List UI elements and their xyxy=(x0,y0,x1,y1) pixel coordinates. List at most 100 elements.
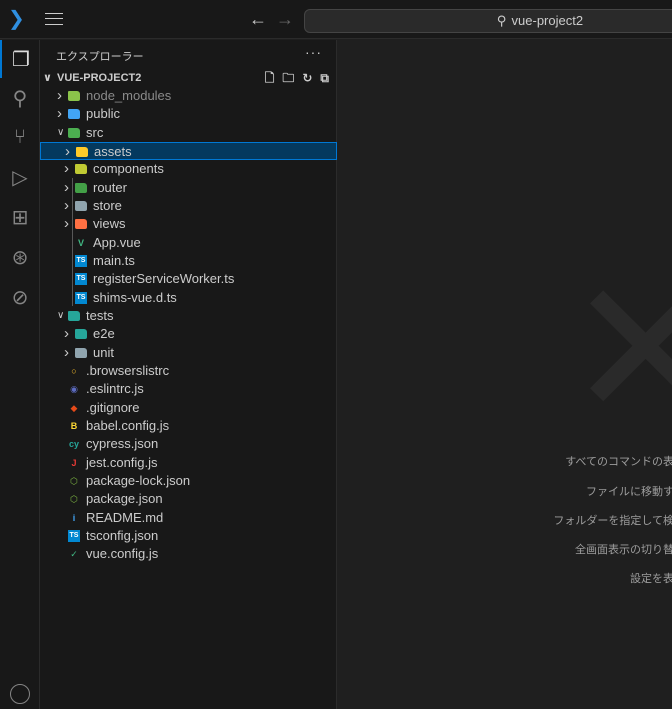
tree-item-label: registerServiceWorker.ts xyxy=(93,271,235,287)
arrow-left-icon[interactable]: ← xyxy=(249,10,267,28)
folder-icon xyxy=(68,310,80,321)
file-type-icon: ◆ xyxy=(70,402,78,413)
tree-item-label: .eslintrc.js xyxy=(86,381,144,397)
chevron-right-icon: › xyxy=(64,196,69,214)
tree-file[interactable]: ⬡ package.json xyxy=(40,490,337,508)
tree-folder[interactable]: › views xyxy=(40,215,337,233)
tree-folder[interactable]: ∨ tests xyxy=(40,307,337,325)
tree-file[interactable]: ⬡ package-lock.json xyxy=(40,472,337,490)
chevron-right-icon: › xyxy=(57,87,62,104)
tree-item-label: .browserslistrc xyxy=(86,362,170,378)
collapse-all-icon[interactable]: ⧉ xyxy=(320,69,329,87)
explorer-icon[interactable]: ❐ xyxy=(0,40,40,78)
folder-icon xyxy=(75,164,87,175)
hint-show-all-commands: すべてのコマンドの表 xyxy=(565,456,672,468)
tree-item-label: package-lock.json xyxy=(86,472,191,488)
chevron-right-icon: › xyxy=(64,343,69,361)
tree-file[interactable]: Jjest.config.js xyxy=(40,454,337,472)
root-label: VUE-PROJECT2 xyxy=(57,72,142,84)
tree-item-label: babel.config.js xyxy=(86,417,170,433)
chevron-down-icon: ∨ xyxy=(43,72,52,84)
tree-file[interactable]: ◉ .eslintrc.js xyxy=(40,380,337,398)
tree-item-label: jest.config.js xyxy=(86,454,158,470)
tree-item-label: cypress.json xyxy=(86,436,159,452)
tree-folder[interactable]: › node_modules xyxy=(40,87,337,105)
tree-item-label: unit xyxy=(93,344,114,360)
chevron-right-icon: › xyxy=(64,325,69,343)
tree-item-label: package.json xyxy=(86,491,163,507)
folder-icon xyxy=(68,109,80,120)
vscode-logo-icon: ❯ xyxy=(8,8,25,30)
tree-file[interactable]: TS tsconfig.json xyxy=(40,527,337,545)
hint-go-to-file: ファイルに移動す xyxy=(586,486,672,498)
tree-item-label: public xyxy=(86,106,120,122)
hint-show-settings: 設定を表 xyxy=(630,573,672,585)
folder-icon xyxy=(75,347,87,358)
tree-item-label: node_modules xyxy=(86,88,172,103)
tree-file[interactable]: V App.vue xyxy=(40,234,337,252)
tree-item-label: store xyxy=(93,197,122,213)
folder-icon xyxy=(76,146,88,157)
explorer-sidebar: エクスプローラー ··· ∨ VUE-PROJECT2 🗋 🗀 ↻ ⧉ › nod… xyxy=(40,40,337,709)
folder-icon xyxy=(75,329,87,340)
tree-folder[interactable]: › components xyxy=(40,160,337,178)
tree-file[interactable]: ○ .browserslistrc xyxy=(40,362,337,380)
tree-item-label: README.md xyxy=(86,509,164,525)
tree-file[interactable]: Bbabel.config.js xyxy=(40,417,337,435)
file-type-icon: TS xyxy=(75,254,87,267)
search-icon[interactable]: ⚲ xyxy=(0,79,40,117)
tree-file[interactable]: TS registerServiceWorker.ts xyxy=(40,270,337,288)
command-center-search[interactable]: ⚲ vue-project2 xyxy=(304,9,672,33)
new-file-icon[interactable]: 🗋 xyxy=(265,69,275,87)
remote-icon[interactable]: ⊘ xyxy=(0,278,40,316)
hint-toggle-fullscreen: 全画面表示の切り替 xyxy=(575,544,672,556)
tree-folder[interactable]: › assets xyxy=(40,141,337,161)
tree-file[interactable]: ✓ vue.config.js xyxy=(40,545,337,563)
file-type-icon: TS xyxy=(75,291,87,304)
folder-icon xyxy=(68,127,80,138)
activity-bar: ❐ ⚲ ⑂ ▷ ⊞ ⊛ ⊘ xyxy=(0,40,40,709)
new-folder-icon[interactable]: 🗀 xyxy=(282,69,294,87)
tree-folder[interactable]: ∨ src xyxy=(40,124,337,142)
tree-item-label: e2e xyxy=(93,326,115,342)
explorer-root[interactable]: ∨ VUE-PROJECT2 🗋 🗀 ↻ ⧉ xyxy=(40,69,337,87)
tree-item-label: tests xyxy=(86,307,114,323)
tree-folder[interactable]: › public xyxy=(40,105,337,123)
tree-item-label: .gitignore xyxy=(86,399,140,415)
tree-folder[interactable]: › router xyxy=(40,179,337,197)
tree-folder[interactable]: › unit xyxy=(40,344,337,362)
tree-item-label: router xyxy=(93,179,127,195)
source-control-icon[interactable]: ⑂ xyxy=(0,118,40,156)
search-text: vue-project2 xyxy=(511,13,584,28)
chevron-down-icon: ∨ xyxy=(57,126,65,138)
file-type-icon: ⬡ xyxy=(70,475,78,486)
arrow-right-icon[interactable]: → xyxy=(276,10,294,28)
file-type-icon: i xyxy=(72,512,76,523)
hint-find-in-folder: フォルダーを指定して検 xyxy=(553,515,672,527)
menu-icon[interactable] xyxy=(45,13,63,25)
tree-folder[interactable]: › e2e xyxy=(40,325,337,343)
tree-file[interactable]: TS main.ts xyxy=(40,252,337,270)
tree-folder[interactable]: › store xyxy=(40,197,337,215)
git-graph-icon[interactable]: ⊛ xyxy=(0,238,40,276)
tree-file[interactable]: TS shims-vue.d.ts xyxy=(40,289,337,307)
tree-item-label: components xyxy=(93,161,164,177)
more-actions-icon[interactable]: ··· xyxy=(305,44,322,60)
vscode-watermark-icon: ✕ xyxy=(566,244,672,456)
account-icon[interactable] xyxy=(10,684,30,704)
explorer-title: エクスプローラー xyxy=(56,51,144,63)
file-type-icon: V xyxy=(77,237,84,248)
tree-file[interactable]: i README.md xyxy=(40,509,337,527)
tree-file[interactable]: ◆ .gitignore xyxy=(40,399,337,417)
search-icon: ⚲ xyxy=(497,13,507,28)
tree-item-label: main.ts xyxy=(93,252,135,268)
run-debug-icon[interactable]: ▷ xyxy=(0,158,40,196)
refresh-icon[interactable]: ↻ xyxy=(302,69,312,87)
extensions-icon[interactable]: ⊞ xyxy=(0,198,40,236)
file-type-icon: cy xyxy=(68,439,79,450)
tree-item-label: assets xyxy=(94,143,132,159)
folder-icon xyxy=(75,182,87,193)
tree-file[interactable]: cy cypress.json xyxy=(40,435,337,453)
file-type-icon: ✓ xyxy=(70,549,78,560)
tree-item-label: src xyxy=(86,124,104,140)
